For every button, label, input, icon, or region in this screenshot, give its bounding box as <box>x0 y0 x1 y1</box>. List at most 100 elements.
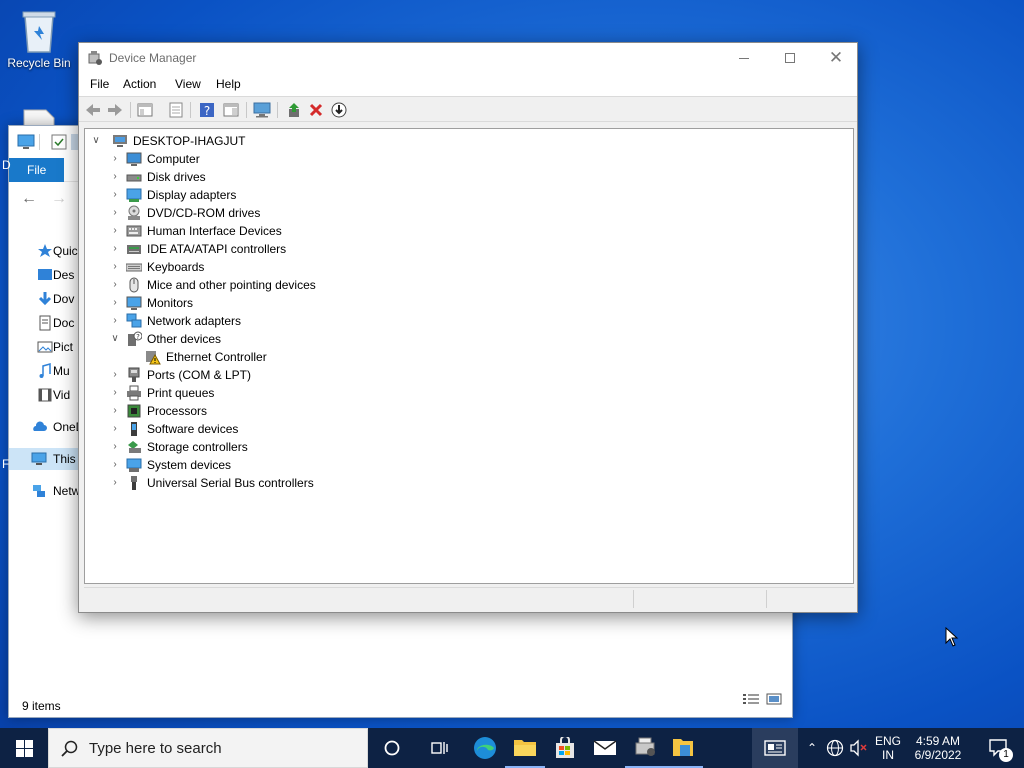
menu-file[interactable]: File <box>90 77 109 91</box>
expand-chevron-icon[interactable]: › <box>109 457 121 473</box>
update-driver-button[interactable] <box>285 101 303 119</box>
tree-item-storage-controllers[interactable]: › Storage controllers <box>109 438 509 456</box>
expand-chevron-icon[interactable]: › <box>109 475 121 491</box>
tree-item-mice-and-other-pointing-devices[interactable]: › Mice and other pointing devices <box>109 276 509 294</box>
menu-help[interactable]: Help <box>216 77 241 91</box>
menu-view[interactable]: View <box>175 77 201 91</box>
nav-item-downloads[interactable]: Dov <box>9 288 89 310</box>
nav-item-documents[interactable]: Doc <box>9 312 89 334</box>
cortana-button[interactable] <box>372 728 412 768</box>
uninstall-device-button[interactable] <box>307 101 325 119</box>
clock[interactable]: 4:59 AM 6/9/2022 <box>906 728 970 768</box>
show-hide-console-tree-button[interactable] <box>136 101 154 119</box>
news-widget-button[interactable] <box>752 728 798 768</box>
expand-chevron-icon[interactable]: › <box>109 295 121 311</box>
language-indicator[interactable]: ENG IN <box>872 728 904 768</box>
show-hidden-icons-button[interactable]: ⌃ <box>802 728 822 768</box>
expand-chevron-icon[interactable]: › <box>109 205 121 221</box>
mouse-cursor-icon <box>945 627 959 647</box>
tree-item-display-adapters[interactable]: › Display adapters <box>109 186 509 204</box>
nav-item-this-pc[interactable]: This I <box>9 448 89 470</box>
task-view-button[interactable] <box>420 728 460 768</box>
taskbar-app-store[interactable] <box>545 728 585 768</box>
expand-chevron-icon[interactable]: › <box>109 313 121 329</box>
nav-item-music[interactable]: Mu <box>9 360 89 382</box>
expand-chevron-icon[interactable]: › <box>109 169 121 185</box>
nav-item-videos[interactable]: Vid <box>9 384 89 406</box>
network-status-button[interactable] <box>823 728 847 768</box>
this-pc-icon <box>17 134 35 149</box>
expand-chevron-icon[interactable]: › <box>109 403 121 419</box>
collapse-chevron-icon[interactable]: ∨ <box>109 331 121 347</box>
tree-item-ide-ata-atapi-controllers[interactable]: › IDE ATA/ATAPI controllers <box>109 240 509 258</box>
tree-item-keyboards[interactable]: › Keyboards <box>109 258 509 276</box>
large-icons-view-icon[interactable] <box>766 693 782 705</box>
taskbar-search-box[interactable]: Type here to search <box>48 728 368 768</box>
forward-arrow-icon[interactable]: → <box>51 190 67 208</box>
tree-item-system-devices[interactable]: › System devices <box>109 456 509 474</box>
help-button[interactable]: ? <box>198 101 216 119</box>
nav-item-network[interactable]: Netw <box>9 480 89 502</box>
device-tree[interactable]: ∨ DESKTOP-IHAGJUT › Computer › Disk driv… <box>84 128 854 584</box>
tree-item-print-queues[interactable]: › Print queues <box>109 384 509 402</box>
tree-item-processors[interactable]: › Processors <box>109 402 509 420</box>
maximize-button[interactable] <box>767 43 813 73</box>
titlebar-divider <box>39 134 40 150</box>
expand-chevron-icon[interactable]: › <box>109 439 121 455</box>
taskbar-app-file-folder[interactable] <box>663 728 703 768</box>
nav-item-desktop[interactable]: Des <box>9 264 89 286</box>
tree-item-usb-controllers[interactable]: › Universal Serial Bus controllers <box>109 474 509 492</box>
expand-chevron-icon[interactable]: › <box>109 259 121 275</box>
tree-item-monitors[interactable]: › Monitors <box>109 294 509 312</box>
expand-chevron-icon[interactable]: › <box>109 367 121 383</box>
properties-check-icon[interactable] <box>51 134 67 150</box>
taskbar-app-file-explorer[interactable] <box>505 728 545 768</box>
tree-item-ports-com-lpt[interactable]: › Ports (COM & LPT) <box>109 366 509 384</box>
expand-chevron-icon[interactable]: › <box>109 151 121 167</box>
tree-item-dvd-cd-rom-drives[interactable]: › DVD/CD-ROM drives <box>109 204 509 222</box>
taskbar-app-mail[interactable] <box>585 728 625 768</box>
desktop-file-icon[interactable] <box>22 108 56 127</box>
menu-action[interactable]: Action <box>123 77 156 91</box>
window-title: Device Manager <box>109 51 197 65</box>
details-view-icon[interactable] <box>742 693 759 705</box>
tree-item-computer[interactable]: › Computer <box>109 150 509 168</box>
collapse-chevron-icon[interactable]: ∨ <box>90 133 102 149</box>
task-view-icon <box>431 742 448 754</box>
tree-item-other-devices[interactable]: ∨ ? Other devices <box>109 330 509 348</box>
expand-chevron-icon[interactable]: › <box>109 421 121 437</box>
taskbar-app-edge[interactable] <box>465 728 505 768</box>
nav-item-pictures[interactable]: Pict <box>9 336 89 358</box>
scan-hardware-button[interactable] <box>253 101 271 119</box>
device-manager-window[interactable]: Device Manager ✕ File Action View Help ?… <box>78 42 858 613</box>
device-manager-titlebar[interactable]: Device Manager ✕ <box>79 43 857 74</box>
action-center-button[interactable]: 1 <box>978 728 1018 768</box>
back-button[interactable] <box>84 101 102 119</box>
expand-chevron-icon[interactable]: › <box>109 187 121 203</box>
action-pane-button[interactable] <box>222 101 240 119</box>
nav-item-quick-access[interactable]: Quic <box>9 240 89 262</box>
file-tab[interactable]: File <box>9 158 64 182</box>
tree-item-network-adapters[interactable]: › Network adapters <box>109 312 509 330</box>
expand-chevron-icon[interactable]: › <box>109 241 121 257</box>
music-icon <box>39 363 51 378</box>
taskbar-app-device-manager[interactable] <box>625 728 665 768</box>
volume-button[interactable] <box>848 728 870 768</box>
minimize-button[interactable] <box>721 43 767 73</box>
close-button[interactable]: ✕ <box>813 43 859 73</box>
tree-root[interactable]: ∨ DESKTOP-IHAGJUT <box>90 132 390 150</box>
forward-button[interactable] <box>106 101 124 119</box>
enable-device-button[interactable] <box>330 101 348 119</box>
properties-sheet-button[interactable] <box>167 101 185 119</box>
expand-chevron-icon[interactable]: › <box>109 223 121 239</box>
back-arrow-icon[interactable]: ← <box>21 190 37 208</box>
expand-chevron-icon[interactable]: › <box>109 385 121 401</box>
start-button[interactable] <box>0 728 48 768</box>
tree-item-disk-drives[interactable]: › Disk drives <box>109 168 509 186</box>
desktop-icon-recycle-bin[interactable]: Recycle Bin <box>4 8 74 70</box>
tree-item-software-devices[interactable]: › Software devices <box>109 420 509 438</box>
tree-item-human-interface-devices[interactable]: › Human Interface Devices <box>109 222 509 240</box>
expand-chevron-icon[interactable]: › <box>109 277 121 293</box>
nav-item-onedrive[interactable]: OneD <box>9 416 89 438</box>
tree-item-ethernet-controller[interactable]: Ethernet Controller <box>128 348 528 366</box>
